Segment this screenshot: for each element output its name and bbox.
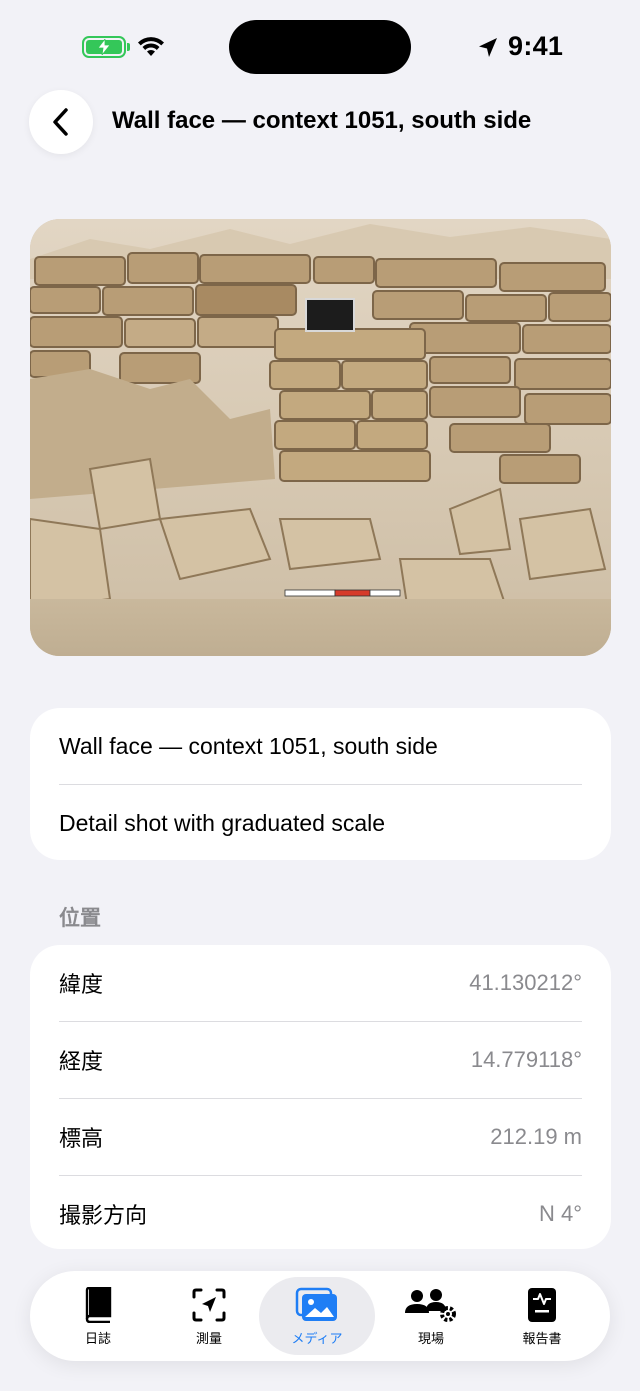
- tab-site[interactable]: 現場: [373, 1277, 489, 1355]
- tab-media[interactable]: メディア: [259, 1277, 375, 1355]
- battery-icon: [82, 36, 126, 58]
- location-card: 緯度 41.130212° 経度 14.779118° 標高 212.19 m …: [30, 945, 611, 1249]
- tab-label: メディア: [291, 1331, 343, 1346]
- caption-subtitle[interactable]: Detail shot with graduated scale: [30, 785, 611, 861]
- wall-photo-image: [30, 219, 611, 656]
- chevron-left-icon: [53, 108, 68, 136]
- row-value: 212.19 m: [490, 1124, 582, 1149]
- row-label: 緯度: [59, 972, 104, 997]
- tab-label: 報告書: [522, 1331, 562, 1346]
- wifi-icon: [138, 37, 164, 56]
- location-row-longitude: 経度 14.779118°: [30, 1022, 611, 1098]
- tab-label: 現場: [417, 1331, 444, 1346]
- tab-survey[interactable]: 測量: [151, 1277, 267, 1355]
- report-icon: [528, 1288, 556, 1322]
- tab-label: 測量: [195, 1331, 222, 1346]
- location-row-elevation: 標高 212.19 m: [30, 1099, 611, 1175]
- row-label: 標高: [59, 1126, 104, 1151]
- page-title: Wall face — context 1051, south side: [112, 107, 532, 134]
- row-label: 撮影方向: [59, 1203, 148, 1228]
- clock: 9:41: [508, 31, 564, 61]
- tab-bar: 日誌 測量 メディア 現場 報告書: [30, 1271, 610, 1361]
- wall-photo[interactable]: [30, 219, 611, 656]
- location-row-latitude: 緯度 41.130212°: [30, 945, 611, 1021]
- tab-journal[interactable]: 日誌: [40, 1277, 156, 1355]
- caption-title[interactable]: Wall face — context 1051, south side: [30, 708, 611, 784]
- battery-nub: [127, 43, 130, 51]
- row-value: 41.130212°: [469, 970, 582, 995]
- section-header-location: 位置: [59, 907, 101, 930]
- book-icon: [85, 1287, 112, 1323]
- tab-report[interactable]: 報告書: [484, 1277, 600, 1355]
- row-value: 14.779118°: [470, 1047, 582, 1072]
- row-value: N 4°: [538, 1201, 582, 1226]
- tab-label: 日誌: [84, 1331, 111, 1346]
- location-arrow-icon: [479, 38, 497, 57]
- survey-icon: [192, 1288, 226, 1322]
- row-label: 経度: [59, 1049, 104, 1074]
- back-button[interactable]: [29, 90, 93, 154]
- caption-card: Wall face — context 1051, south side Det…: [30, 708, 611, 860]
- location-row-heading: 撮影方向 N 4°: [30, 1176, 611, 1252]
- people-gear-icon: [405, 1289, 456, 1322]
- photos-icon: [295, 1287, 337, 1321]
- status-bar: 9:41: [0, 0, 640, 96]
- dynamic-island: [229, 20, 411, 74]
